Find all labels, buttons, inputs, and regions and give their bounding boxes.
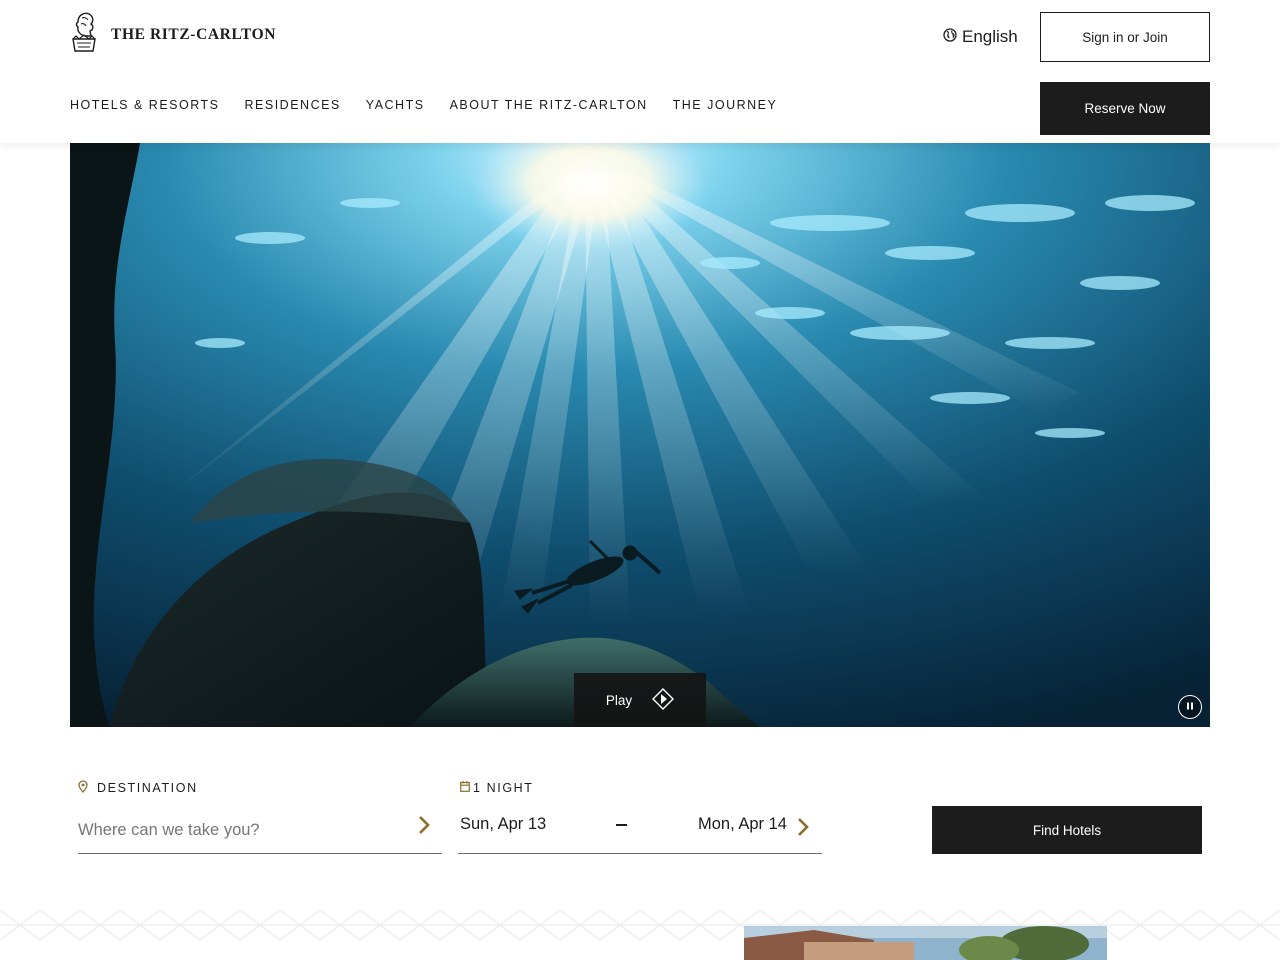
nights-label: 1 NIGHT: [460, 781, 534, 795]
pause-video-button[interactable]: [1178, 695, 1202, 719]
sign-in-button[interactable]: Sign in or Join: [1040, 12, 1210, 62]
nights-label-text: 1 NIGHT: [473, 781, 534, 795]
language-selector[interactable]: English: [943, 27, 1018, 47]
nav-item-about[interactable]: ABOUT THE RITZ-CARLTON: [450, 98, 648, 112]
main-nav: HOTELS & RESORTS RESIDENCES YACHTS ABOUT…: [70, 98, 802, 112]
check-in-date[interactable]: Sun, Apr 13: [460, 815, 546, 834]
check-out-date[interactable]: Mon, Apr 14: [698, 815, 787, 834]
language-label: English: [962, 27, 1018, 46]
featured-hotel-image[interactable]: [744, 926, 1107, 960]
hero-video: Play: [70, 143, 1210, 727]
play-video-button[interactable]: Play: [574, 673, 706, 727]
destination-label-text: DESTINATION: [97, 781, 198, 795]
pause-icon: [1185, 698, 1195, 716]
brand-logo-link[interactable]: THE RITZ-CARLTON: [70, 12, 276, 58]
destination-label: DESTINATION: [78, 780, 198, 796]
lion-crest-logo-icon: [70, 12, 98, 58]
date-separator: [616, 824, 627, 826]
site-header: THE RITZ-CARLTON English Sign in or Join…: [0, 0, 1280, 143]
globe-icon: [943, 27, 962, 47]
underwater-scene-image: [70, 143, 1210, 727]
play-label: Play: [605, 692, 633, 708]
diamond-play-icon: [652, 687, 675, 713]
chevron-right-icon[interactable]: [795, 817, 811, 837]
reserve-now-button[interactable]: Reserve Now: [1040, 82, 1210, 135]
map-pin-icon: [78, 780, 97, 796]
calendar-icon: [460, 781, 473, 795]
brand-name: THE RITZ-CARLTON: [111, 26, 277, 43]
nav-item-yachts[interactable]: YACHTS: [366, 98, 425, 112]
destination-input[interactable]: [78, 808, 442, 854]
date-range-picker[interactable]: Sun, Apr 13 Mon, Apr 14: [458, 808, 822, 854]
nav-item-residences[interactable]: RESIDENCES: [245, 98, 341, 112]
nav-item-the-journey[interactable]: THE JOURNEY: [673, 98, 778, 112]
nav-item-hotels-resorts[interactable]: HOTELS & RESORTS: [70, 98, 220, 112]
find-hotels-button[interactable]: Find Hotels: [932, 806, 1202, 854]
chevron-right-icon[interactable]: [416, 815, 432, 835]
